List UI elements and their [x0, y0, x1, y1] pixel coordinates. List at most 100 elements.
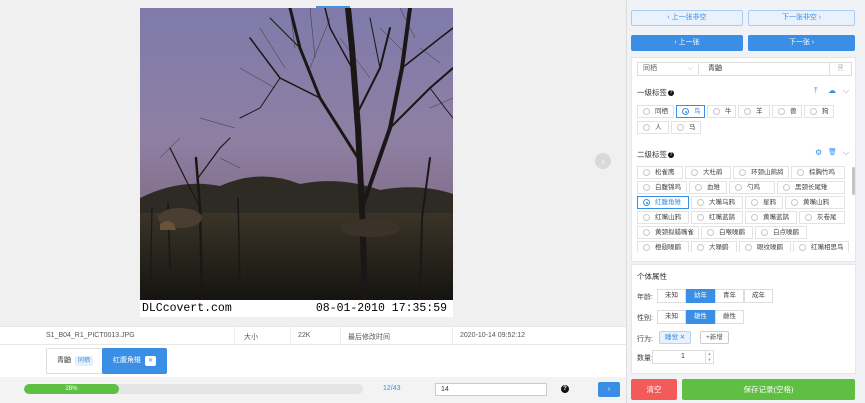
- level1-option[interactable]: 鸟: [676, 105, 705, 118]
- level2-option[interactable]: 勺鸡: [729, 181, 775, 194]
- document-icon[interactable]: 🗎: [830, 62, 852, 76]
- level2-option[interactable]: 红嘴山鸦: [637, 211, 689, 224]
- option-label: 黑颈长尾雉: [795, 184, 828, 191]
- radio-icon: [682, 108, 689, 115]
- add-behavior-button[interactable]: +新增: [700, 331, 729, 344]
- species-select[interactable]: 同栖 ⌵: [637, 62, 699, 76]
- level1-option[interactable]: 牛: [707, 105, 736, 118]
- species-input[interactable]: 青鼬: [700, 62, 830, 76]
- option-label: 棕胸竹鸡: [809, 169, 835, 176]
- bottom-toolbar: 28% 12/43 14 ? ›: [0, 377, 626, 403]
- count-stepper[interactable]: 1 ▲ ▼: [652, 350, 714, 364]
- option-label: 鸟: [694, 108, 701, 115]
- level2-option[interactable]: 星鸦: [745, 196, 783, 209]
- radio-icon: [805, 214, 812, 221]
- go-button[interactable]: ›: [598, 382, 620, 397]
- radio-icon: [713, 108, 720, 115]
- level2-option[interactable]: 灰卷尾: [799, 211, 845, 224]
- photo-scene: [140, 8, 453, 300]
- selected-tag-hongfujiaozhi[interactable]: 红腹角雉 ✕: [102, 348, 168, 374]
- settings-icon[interactable]: ⚙: [815, 148, 822, 157]
- prev-nonempty-button[interactable]: ‹ 上一张非空: [631, 10, 743, 26]
- photo-datetime: 08-01-2010 17:35:59: [315, 302, 447, 315]
- level2-option[interactable]: 大噪鹛: [691, 241, 737, 252]
- count-value: 1: [681, 353, 685, 360]
- level2-option[interactable]: 棕胸竹鸡: [791, 166, 845, 179]
- increment-icon[interactable]: ▲: [708, 351, 712, 356]
- save-record-button[interactable]: 保存记录(空格): [682, 379, 855, 400]
- option-label: 松雀鹰: [655, 169, 675, 176]
- radio-icon: [739, 169, 746, 176]
- level1-option[interactable]: 同栖: [637, 105, 674, 118]
- help-icon[interactable]: ?: [668, 152, 674, 158]
- level2-option[interactable]: 松雀鹰: [637, 166, 683, 179]
- level2-option[interactable]: 红嘴相思鸟: [793, 241, 849, 252]
- level2-option[interactable]: 大杜鹃: [685, 166, 731, 179]
- image-viewer: DLCcovert.com 08-01-2010 17:35:59 ›: [0, 0, 626, 326]
- level2-option[interactable]: 白腹锦鸡: [637, 181, 687, 194]
- collapse-icon[interactable]: ⌵: [843, 148, 849, 158]
- level2-scrollbar[interactable]: [852, 167, 855, 195]
- level2-option[interactable]: 大嘴乌鸦: [691, 196, 743, 209]
- level2-option[interactable]: 黄颈拟蜡嘴雀: [637, 226, 699, 239]
- option-label: 同栖: [655, 108, 668, 115]
- clear-button[interactable]: 清空: [631, 379, 677, 400]
- level2-option[interactable]: 橙翅噪鹛: [637, 241, 689, 252]
- upload-icon[interactable]: ⤒: [814, 86, 818, 96]
- tag-remove-icon[interactable]: ✕: [145, 356, 157, 366]
- level1-option[interactable]: 羊: [738, 105, 770, 118]
- level2-option[interactable]: 白喉噪鹛: [701, 226, 753, 239]
- level2-option[interactable]: 红腹角雉: [637, 196, 689, 209]
- level1-option[interactable]: 人: [637, 121, 669, 134]
- chevron-down-icon: ⌵: [687, 65, 693, 72]
- sex-option-female[interactable]: 雌性: [715, 310, 744, 324]
- level1-option[interactable]: 兽: [772, 105, 802, 118]
- age-option-juvenile[interactable]: 幼年: [686, 289, 715, 303]
- level2-option[interactable]: 黑颈长尾雉: [777, 181, 845, 194]
- camera-trap-photo[interactable]: DLCcovert.com 08-01-2010 17:35:59: [140, 8, 453, 317]
- stepper-arrows[interactable]: ▲ ▼: [705, 351, 713, 363]
- behavior-tag-sleeping[interactable]: 睡觉 ✕: [659, 331, 692, 344]
- radio-icon: [677, 124, 684, 131]
- radio-icon: [695, 184, 702, 191]
- age-option-young[interactable]: 青年: [715, 289, 744, 303]
- level1-option[interactable]: 狗: [804, 105, 834, 118]
- radio-icon: [643, 214, 650, 221]
- next-button[interactable]: 下一张 ›: [748, 35, 855, 51]
- photo-watermark: DLCcovert.com: [142, 302, 232, 315]
- radio-icon: [643, 169, 650, 176]
- level2-option[interactable]: 白点噪鹛: [755, 226, 807, 239]
- level2-option[interactable]: 黄嘴山鸦: [785, 196, 845, 209]
- radio-icon: [707, 229, 714, 236]
- tag-label: 红腹角雉: [113, 357, 141, 364]
- option-label: 兽: [790, 108, 797, 115]
- help-icon[interactable]: ?: [668, 90, 674, 96]
- jump-to-input[interactable]: 14: [435, 383, 547, 396]
- next-photo-arrow-icon[interactable]: ›: [595, 153, 611, 169]
- sex-option-unknown[interactable]: 未知: [657, 310, 686, 324]
- level2-option[interactable]: 环颈山鹧鸪: [733, 166, 789, 179]
- decrement-icon[interactable]: ▼: [708, 357, 712, 362]
- cloud-icon[interactable]: ☁: [828, 86, 836, 95]
- level1-option[interactable]: 马: [671, 121, 701, 134]
- level2-option[interactable]: 红嘴蓝鹊: [691, 211, 743, 224]
- option-label: 白喉噪鹛: [719, 229, 745, 236]
- option-label: 黄嘴山鸦: [803, 199, 829, 206]
- age-option-adult[interactable]: 成年: [744, 289, 773, 303]
- prev-button[interactable]: ‹ 上一张: [631, 35, 743, 51]
- collapse-icon[interactable]: ⌵: [843, 86, 849, 96]
- help-icon[interactable]: ?: [561, 385, 569, 393]
- selected-tag-qingyou[interactable]: 青鼬 同栖: [46, 348, 105, 374]
- age-option-unknown[interactable]: 未知: [657, 289, 686, 303]
- radio-icon: [744, 108, 751, 115]
- level2-option[interactable]: 眼纹噪鹛: [739, 241, 791, 252]
- level2-option[interactable]: 血雉: [689, 181, 727, 194]
- delete-icon[interactable]: 🗑: [828, 148, 837, 156]
- next-nonempty-button[interactable]: 下一张非空 ›: [748, 10, 855, 26]
- level2-option[interactable]: 黄嘴蓝鹊: [745, 211, 797, 224]
- radio-icon: [735, 184, 742, 191]
- sex-option-male[interactable]: 雄性: [686, 310, 715, 324]
- option-label: 黄颈拟蜡嘴雀: [655, 229, 694, 236]
- option-label: 血雉: [707, 184, 720, 191]
- option-label: 红嘴山鸦: [655, 214, 681, 221]
